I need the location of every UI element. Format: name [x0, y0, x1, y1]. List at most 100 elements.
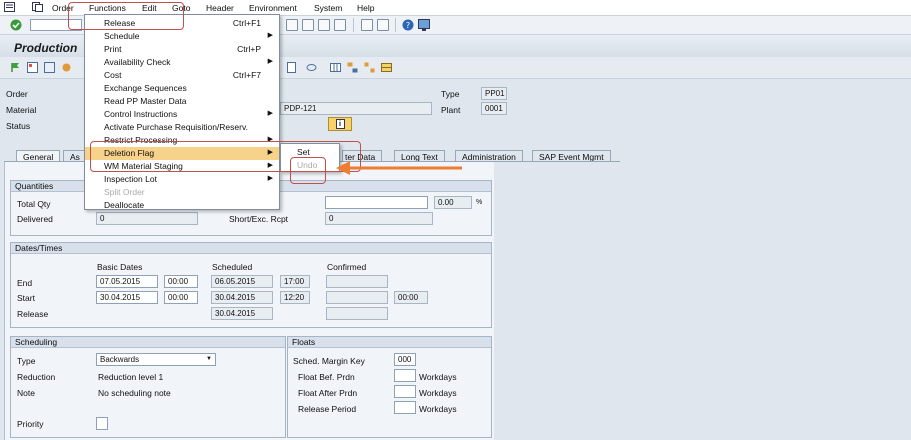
enter-check-icon[interactable] [10, 19, 22, 33]
confirmed-header: Confirmed [327, 262, 367, 272]
menu-item-label: Exchange Sequences [104, 83, 187, 93]
menu-item-inspection-lot[interactable]: Inspection Lot ▶ [85, 173, 279, 186]
plant-label: Plant [441, 105, 461, 115]
scheduling-group: Scheduling [10, 336, 286, 438]
submenu-arrow-icon: ▶ [267, 175, 273, 182]
start-label: Start [17, 293, 35, 303]
menu-item-activate-purchase-requisition[interactable]: Activate Purchase Requisition/Reserv. [85, 121, 279, 134]
menu-item-print[interactable]: Print Ctrl+P [85, 43, 279, 56]
start-scheduled-time-field: 12:20 [280, 291, 310, 304]
menu-item-label: Read PP Master Data [104, 96, 187, 106]
menu-item-exchange-sequences[interactable]: Exchange Sequences [85, 82, 279, 95]
end-basic-date-field[interactable]: 07.05.2015 [96, 275, 158, 288]
settings-icon[interactable] [61, 62, 72, 73]
menu-header[interactable]: Header [206, 3, 234, 13]
toolbar-separator [395, 18, 396, 32]
floats-group: Floats [287, 336, 492, 438]
scrap-percent-field: 0.00 [434, 196, 472, 209]
menu-system[interactable]: System [314, 3, 342, 13]
documents-icon[interactable] [286, 62, 297, 73]
start-confirmed-date-field [326, 291, 388, 304]
sched-margin-key-field[interactable]: 000 [394, 353, 416, 366]
first-page-icon[interactable] [286, 19, 298, 31]
type-label: Type [441, 89, 460, 99]
percent-unit: % [476, 199, 483, 206]
table-view-icon[interactable] [330, 62, 341, 73]
status-info-button[interactable]: i [328, 117, 352, 131]
menu-help[interactable]: Help [357, 3, 374, 13]
release-label: Release [17, 309, 49, 319]
release-confirmed-date-field [326, 307, 388, 320]
release-period-field[interactable] [394, 401, 416, 414]
start-scheduled-date-field: 30.04.2015 [211, 291, 273, 304]
toolbar-separator [353, 18, 354, 32]
floats-group-title: Floats [288, 337, 491, 348]
menu-item-read-pp-master-data[interactable]: Read PP Master Data [85, 95, 279, 108]
new-session-icon[interactable] [361, 19, 373, 31]
next-page-icon[interactable] [318, 19, 330, 31]
material-description-field: PDP-121 [280, 102, 432, 115]
scheduling-group-title: Scheduling [11, 337, 285, 348]
float-after-unit: Workdays [419, 388, 457, 398]
menu-item-label: Split Order [104, 187, 145, 197]
shortcut-icon[interactable] [377, 19, 389, 31]
sched-margin-key-label: Sched. Margin Key [293, 356, 365, 366]
float-after-prdn-field[interactable] [394, 385, 416, 398]
scheduling-type-value: Backwards [100, 355, 140, 364]
chevron-down-icon[interactable]: ▼ [206, 356, 212, 362]
new-window-icon[interactable] [32, 2, 43, 12]
menu-system-icon[interactable] [4, 2, 15, 12]
menu-item-shortcut: Ctrl+F7 [232, 70, 261, 80]
scheduled-header: Scheduled [212, 262, 253, 272]
order-label: Order [6, 89, 28, 99]
menu-item-split-order: Split Order [85, 186, 279, 199]
annotation-box-functions [68, 2, 184, 30]
note-value: No scheduling note [98, 388, 171, 398]
menu-item-cost[interactable]: Cost Ctrl+F7 [85, 69, 279, 82]
annotation-box-undo [290, 157, 326, 184]
flag-icon[interactable] [10, 62, 21, 73]
end-basic-time-field[interactable]: 00:00 [164, 275, 198, 288]
menu-item-label: Availability Check [104, 57, 171, 67]
start-basic-time-field[interactable]: 00:00 [164, 291, 198, 304]
operation-overview-icon[interactable] [44, 62, 55, 73]
menu-item-control-instructions[interactable]: Control Instructions ▶ [85, 108, 279, 121]
float-before-prdn-field[interactable] [394, 369, 416, 382]
note-label: Note [17, 388, 35, 398]
menu-item-label: Print [104, 44, 122, 54]
priority-label: Priority [17, 419, 44, 429]
menu-item-label: Activate Purchase Requisition/Reserv. [104, 122, 248, 132]
submenu-arrow-icon: ▶ [267, 110, 273, 117]
total-qty-label: Total Qty [17, 199, 51, 209]
eraser-icon[interactable] [306, 62, 317, 73]
status-label: Status [6, 121, 31, 131]
annotation-arrow-icon [336, 161, 462, 175]
previous-page-icon[interactable] [302, 19, 314, 31]
material-label: Material [6, 105, 37, 115]
scheduling-type-select[interactable]: Backwards ▼ [96, 353, 216, 366]
menu-item-deallocate[interactable]: Deallocate [85, 199, 279, 212]
menu-environment[interactable]: Environment [249, 3, 297, 13]
release-scheduled-date-field: 30.04.2015 [211, 307, 273, 320]
hierarchy-icon[interactable] [347, 62, 358, 73]
float-after-prdn-label: Float After Prdn [298, 388, 358, 398]
help-icon[interactable]: ? [402, 19, 414, 33]
priority-field[interactable] [96, 417, 108, 430]
release-period-unit: Workdays [419, 404, 457, 414]
structure-icon[interactable] [364, 62, 375, 73]
end-scheduled-time-field: 17:00 [280, 275, 310, 288]
submenu-arrow-icon: ▶ [267, 58, 273, 65]
order-type-field: PP01 [481, 87, 507, 100]
reduction-value: Reduction level 1 [98, 372, 164, 382]
last-page-icon[interactable] [334, 19, 346, 31]
delivered-label: Delivered [17, 214, 53, 224]
start-confirmed-time-field: 00:00 [394, 291, 428, 304]
start-basic-date-field[interactable]: 30.04.2015 [96, 291, 158, 304]
total-qty-field[interactable] [325, 196, 428, 209]
customize-layout-icon[interactable] [418, 19, 430, 33]
scheduling-type-label: Type [17, 356, 36, 366]
grid-icon[interactable] [381, 62, 392, 73]
menu-item-availability-check[interactable]: Availability Check ▶ [85, 56, 279, 69]
menu-item-schedule[interactable]: Schedule ▶ [85, 30, 279, 43]
component-overview-icon[interactable] [27, 62, 38, 73]
